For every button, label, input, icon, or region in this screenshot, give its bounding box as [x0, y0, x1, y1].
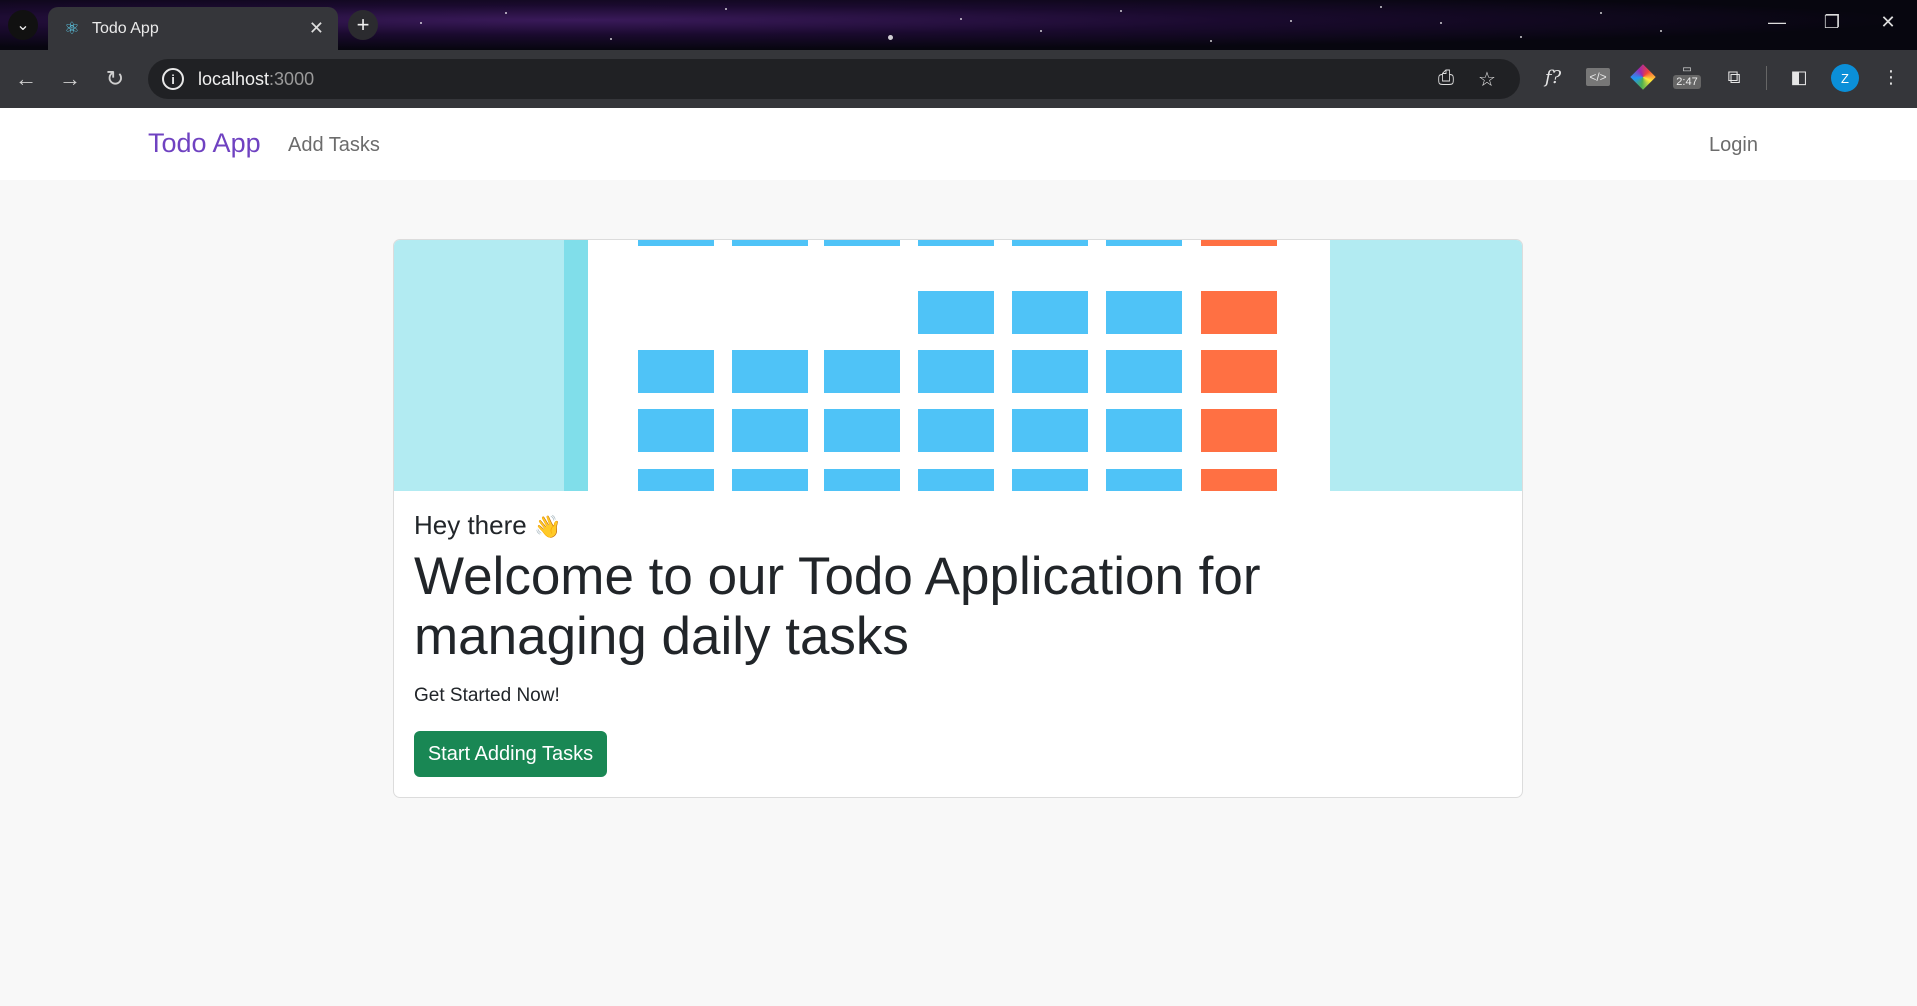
calendar-block: [1012, 409, 1088, 452]
app-navbar: Todo App Add Tasks Login: [0, 108, 1917, 180]
install-app-icon[interactable]: ⎙: [1438, 67, 1454, 90]
calendar-block: [918, 350, 994, 393]
close-icon[interactable]: ✕: [309, 18, 324, 39]
browser-tab-strip: ⌄ ⚛ Todo App ✕ + — ❐ ✕: [0, 0, 1917, 50]
minimize-icon[interactable]: —: [1757, 12, 1797, 33]
calendar-block: [1106, 240, 1182, 246]
calendar-block: [1106, 291, 1182, 334]
extensions-puzzle-icon[interactable]: ⧉: [1721, 64, 1747, 90]
navbar-brand[interactable]: Todo App: [148, 128, 261, 159]
calendar-block: [638, 350, 714, 393]
calendar-block: [638, 409, 714, 452]
nav-link-login[interactable]: Login: [1709, 134, 1758, 157]
timer-extension-icon[interactable]: ▭ 2:47: [1673, 64, 1701, 90]
font-extension-icon[interactable]: f?: [1540, 64, 1566, 90]
side-panel-icon[interactable]: ◧: [1786, 64, 1812, 90]
lead-text: Get Started Now!: [414, 685, 560, 706]
address-bar[interactable]: i localhost:3000 ⎙ ☆: [148, 59, 1520, 99]
calendar-block: [1106, 350, 1182, 393]
calendar-block-highlight: [1201, 291, 1277, 334]
start-adding-tasks-button[interactable]: Start Adding Tasks: [414, 731, 607, 777]
calendar-block: [1106, 469, 1182, 491]
calendar-block: [918, 240, 994, 246]
tab-search-button[interactable]: ⌄: [8, 10, 38, 40]
calendar-block: [1012, 291, 1088, 334]
hero-stripe: [564, 240, 588, 491]
forward-arrow-icon[interactable]: →: [56, 65, 84, 93]
calendar-block: [824, 409, 900, 452]
calendar-block: [732, 469, 808, 491]
waving-hand-icon: 👋: [533, 514, 562, 539]
calendar-block: [918, 291, 994, 334]
profile-avatar[interactable]: Z: [1831, 64, 1859, 92]
calendar-block: [638, 240, 714, 246]
nav-link-add-tasks[interactable]: Add Tasks: [288, 134, 380, 157]
calendar-block: [732, 409, 808, 452]
hero-illustration: [394, 240, 1522, 491]
calendar-block-highlight: [1201, 409, 1277, 452]
calendar-block: [824, 350, 900, 393]
tab-title: Todo App: [92, 19, 159, 37]
greeting: Hey there 👋: [414, 510, 1504, 541]
back-arrow-icon[interactable]: ←: [12, 65, 40, 93]
card-body: Hey there 👋 Welcome to our Todo Applicat…: [414, 510, 1504, 777]
code-extension-icon[interactable]: </>: [1585, 64, 1611, 90]
calendar-block: [1012, 240, 1088, 246]
new-tab-button[interactable]: +: [348, 10, 378, 40]
chevron-down-icon: ⌄: [16, 17, 30, 34]
calendar-block: [1012, 469, 1088, 491]
greeting-text: Hey there: [414, 510, 527, 540]
star-icon[interactable]: ☆: [1478, 67, 1496, 92]
color-picker-icon[interactable]: [1630, 64, 1656, 90]
page-title: Welcome to our Todo Application for mana…: [414, 547, 1261, 666]
react-icon: ⚛: [64, 18, 80, 38]
close-window-icon[interactable]: ✕: [1868, 12, 1908, 33]
calendar-block: [732, 240, 808, 246]
timer-icon: ▭: [1682, 64, 1692, 75]
calendar-block: [918, 469, 994, 491]
url-port: :3000: [269, 68, 315, 89]
info-icon[interactable]: i: [162, 68, 184, 90]
toolbar-divider: [1766, 66, 1767, 90]
timer-badge: 2:47: [1673, 75, 1701, 89]
calendar-block: [824, 240, 900, 246]
plus-icon: +: [356, 12, 370, 37]
calendar-block: [732, 350, 808, 393]
restore-icon[interactable]: ❐: [1812, 12, 1852, 33]
reload-icon[interactable]: ↻: [101, 65, 129, 93]
browser-tab-active[interactable]: ⚛ Todo App ✕: [48, 7, 338, 50]
calendar-block: [1106, 409, 1182, 452]
calendar-block-highlight: [1201, 240, 1277, 246]
calendar-block: [918, 409, 994, 452]
calendar-block: [824, 469, 900, 491]
more-vertical-icon[interactable]: ⋮: [1878, 64, 1904, 90]
calendar-block: [1012, 350, 1088, 393]
calendar-block-highlight: [1201, 350, 1277, 393]
calendar-block-highlight: [1201, 469, 1277, 491]
calendar-block: [638, 469, 714, 491]
url-host: localhost: [198, 68, 270, 89]
welcome-card: Hey there 👋 Welcome to our Todo Applicat…: [393, 239, 1523, 798]
